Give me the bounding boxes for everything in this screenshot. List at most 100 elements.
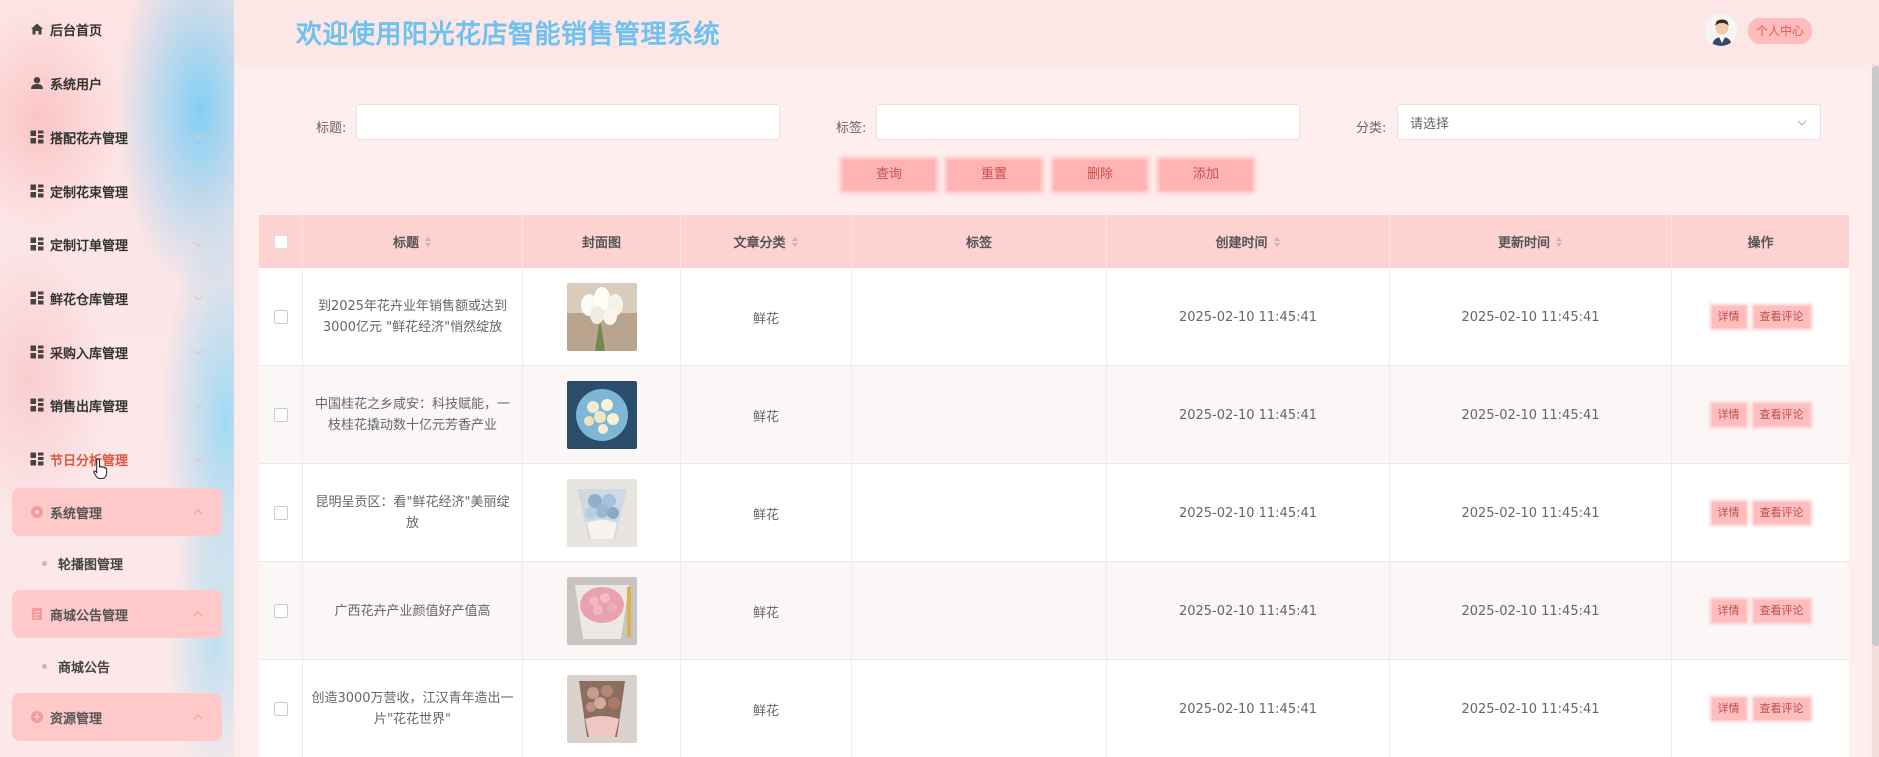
tag-filter-input[interactable] bbox=[876, 104, 1300, 140]
column-header-label: 文章分类 bbox=[733, 236, 786, 251]
sidebar-item-label: 节日分析管理 bbox=[50, 453, 129, 469]
view-comments-button[interactable]: 查看评论 bbox=[1753, 404, 1810, 426]
search-button[interactable]: 查询 bbox=[843, 160, 935, 190]
sidebar-item-system-users[interactable]: 系统用户 bbox=[0, 61, 234, 105]
cover-image[interactable] bbox=[566, 283, 637, 351]
column-header-cover: 封面图 bbox=[523, 215, 681, 268]
avatar[interactable] bbox=[1704, 13, 1738, 47]
row-updated-time: 2025-02-10 11:45:41 bbox=[1390, 366, 1672, 464]
row-updated-time: 2025-02-10 11:45:41 bbox=[1390, 464, 1672, 562]
cover-image[interactable] bbox=[566, 577, 637, 645]
row-created-time: 2025-02-10 11:45:41 bbox=[1107, 268, 1390, 366]
chevron-down-icon bbox=[192, 131, 204, 143]
row-cover-cell bbox=[523, 660, 681, 757]
detail-button[interactable]: 详情 bbox=[1711, 600, 1746, 622]
chevron-down-icon bbox=[1796, 117, 1808, 129]
title-filter-input[interactable] bbox=[356, 104, 780, 140]
row-created-time: 2025-02-10 11:45:41 bbox=[1107, 660, 1390, 757]
user-center-button[interactable]: 个人中心 bbox=[1748, 18, 1813, 44]
column-header-label: 标签 bbox=[965, 236, 992, 251]
grid-icon bbox=[30, 398, 44, 412]
sidebar-item-home[interactable]: 后台首页 bbox=[0, 7, 234, 51]
detail-button[interactable]: 详情 bbox=[1711, 306, 1746, 328]
row-cover-cell bbox=[523, 268, 681, 366]
sort-icon[interactable] bbox=[1555, 236, 1563, 248]
sidebar-item-purchase-inbound[interactable]: 采购入库管理 bbox=[0, 330, 234, 374]
row-ops-cell: 详情 查看评论 bbox=[1672, 464, 1849, 562]
vertical-scrollbar[interactable] bbox=[1872, 64, 1879, 757]
column-header-title[interactable]: 标题 bbox=[303, 215, 523, 268]
chevron-up-icon bbox=[192, 608, 204, 620]
sidebar-group-resource-management[interactable]: 资源管理 bbox=[12, 693, 222, 741]
view-comments-button[interactable]: 查看评论 bbox=[1753, 306, 1810, 328]
sort-icon[interactable] bbox=[791, 236, 799, 248]
detail-button[interactable]: 详情 bbox=[1711, 698, 1746, 720]
sidebar-item-label: 系统用户 bbox=[50, 77, 103, 93]
view-comments-button[interactable]: 查看评论 bbox=[1753, 698, 1810, 720]
articles-table: 标题 封面图 文章分类 标签 创建时间 更新时间 操作 到2025年花卉业年销售… bbox=[259, 215, 1849, 757]
row-checkbox[interactable] bbox=[273, 408, 288, 422]
sidebar-group-system-management[interactable]: 系统管理 bbox=[12, 488, 222, 536]
row-checkbox[interactable] bbox=[273, 702, 288, 716]
chevron-down-icon bbox=[192, 453, 204, 465]
sidebar-item-flower-warehouse[interactable]: 鲜花仓库管理 bbox=[0, 276, 234, 320]
sort-icon[interactable] bbox=[424, 236, 432, 248]
add-button[interactable]: 添加 bbox=[1160, 160, 1252, 190]
scrollbar-thumb[interactable] bbox=[1872, 66, 1879, 646]
cover-image[interactable] bbox=[566, 479, 637, 547]
detail-button[interactable]: 详情 bbox=[1711, 404, 1746, 426]
delete-button[interactable]: 删除 bbox=[1054, 160, 1146, 190]
row-tags bbox=[852, 660, 1107, 757]
category-filter-label: 分类: bbox=[1356, 121, 1387, 136]
grid-icon bbox=[30, 237, 44, 251]
table-row: 中国桂花之乡咸安：科技赋能，一枝桂花撬动数十亿元芳香产业 鲜花 2025-02-… bbox=[259, 366, 1849, 464]
gear-icon bbox=[30, 505, 44, 519]
row-cover-cell bbox=[523, 366, 681, 464]
chevron-up-icon bbox=[192, 711, 204, 723]
category-select[interactable]: 请选择 bbox=[1397, 104, 1821, 140]
column-header-created[interactable]: 创建时间 bbox=[1107, 215, 1390, 268]
row-ops-cell: 详情 查看评论 bbox=[1672, 268, 1849, 366]
sidebar-subitem-carousel[interactable]: 轮播图管理 bbox=[42, 548, 123, 578]
column-header-tags: 标签 bbox=[852, 215, 1107, 268]
chevron-down-icon bbox=[192, 346, 204, 358]
row-ops-cell: 详情 查看评论 bbox=[1672, 562, 1849, 660]
sidebar-item-label: 后台首页 bbox=[50, 23, 103, 39]
row-cover-cell bbox=[523, 464, 681, 562]
column-header-label: 封面图 bbox=[581, 236, 621, 251]
sidebar-item-custom-orders[interactable]: 定制订单管理 bbox=[0, 222, 234, 266]
select-all-checkbox[interactable] bbox=[273, 234, 288, 249]
row-checkbox[interactable] bbox=[273, 506, 288, 520]
view-comments-button[interactable]: 查看评论 bbox=[1753, 502, 1810, 524]
row-checkbox-cell bbox=[259, 464, 303, 562]
sidebar-subitem-announcement[interactable]: 商城公告 bbox=[42, 651, 110, 681]
sidebar-group-mall-announcement[interactable]: 商城公告管理 bbox=[12, 590, 222, 638]
reset-button[interactable]: 重置 bbox=[948, 160, 1040, 190]
bullet-dot bbox=[42, 663, 47, 669]
cover-image[interactable] bbox=[566, 381, 637, 449]
sidebar-subitem-label: 商城公告 bbox=[58, 660, 111, 676]
sidebar-item-holiday-analysis[interactable]: 节日分析管理 bbox=[0, 437, 234, 481]
cover-image[interactable] bbox=[566, 675, 637, 743]
column-header-category[interactable]: 文章分类 bbox=[681, 215, 852, 268]
view-comments-button[interactable]: 查看评论 bbox=[1753, 600, 1810, 622]
row-category: 鲜花 bbox=[681, 660, 852, 757]
sidebar-item-label: 采购入库管理 bbox=[50, 346, 129, 362]
chevron-down-icon bbox=[192, 292, 204, 304]
grid-icon bbox=[30, 130, 44, 144]
row-checkbox[interactable] bbox=[273, 604, 288, 618]
bullet-dot bbox=[42, 560, 47, 566]
sidebar-group-label: 资源管理 bbox=[50, 711, 103, 727]
column-header-updated[interactable]: 更新时间 bbox=[1390, 215, 1672, 268]
row-tags bbox=[852, 366, 1107, 464]
sidebar-subitem-label: 轮播图管理 bbox=[58, 557, 124, 573]
sort-icon[interactable] bbox=[1273, 236, 1281, 248]
detail-button[interactable]: 详情 bbox=[1711, 502, 1746, 524]
row-checkbox[interactable] bbox=[273, 310, 288, 324]
sidebar-item-sales-outbound[interactable]: 销售出库管理 bbox=[0, 383, 234, 427]
sidebar-item-flower-match[interactable]: 搭配花卉管理 bbox=[0, 115, 234, 159]
row-checkbox-cell bbox=[259, 366, 303, 464]
sidebar-item-custom-bouquet[interactable]: 定制花束管理 bbox=[0, 169, 234, 213]
user-icon bbox=[30, 76, 44, 90]
row-tags bbox=[852, 464, 1107, 562]
